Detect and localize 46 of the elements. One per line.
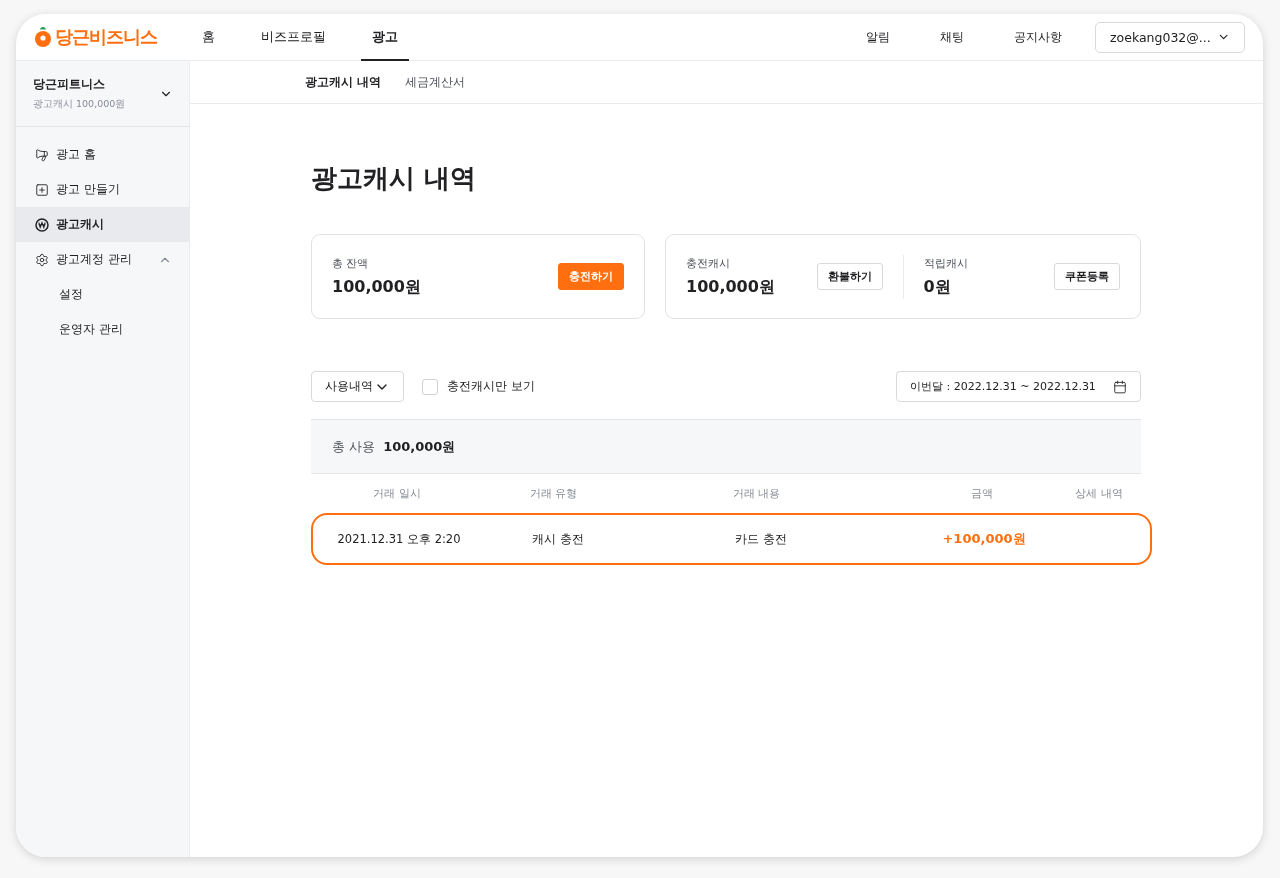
- sub-tab[interactable]: 광고캐시 내역: [305, 74, 381, 90]
- sidebar-item[interactable]: 광고 만들기: [16, 172, 189, 207]
- cash-amount: 0원: [923, 276, 952, 298]
- cash-label: 충전캐시: [686, 255, 731, 271]
- sidebar-item[interactable]: 광고캐시: [16, 207, 189, 242]
- cash-action-button[interactable]: 환불하기: [816, 263, 883, 290]
- nav-tab[interactable]: 광고: [361, 14, 409, 61]
- sidebar-subitem[interactable]: 설정: [16, 277, 189, 312]
- sidebar-item-label: 광고계정 관리: [56, 252, 133, 267]
- sub-tab[interactable]: 세금계산서: [405, 74, 465, 90]
- date-range-field[interactable]: 이번달 : 2022.12.31 ~ 2022.12.31: [896, 371, 1141, 402]
- history-type-dropdown[interactable]: 사용내역: [311, 371, 404, 402]
- sidebar-item-label: 광고캐시: [56, 217, 105, 232]
- summary-label: 총 사용: [332, 437, 376, 456]
- table-cell-text: 2021.12.31 오후 2:20: [336, 531, 462, 547]
- checkbox-label: 충전캐시만 보기: [447, 379, 535, 394]
- summary-amount: 100,000원: [383, 437, 456, 456]
- cash-label: 적립캐시: [923, 255, 968, 271]
- balance-amount: 100,000원: [332, 276, 421, 298]
- header-link[interactable]: 공지사항: [1014, 28, 1062, 46]
- header-link[interactable]: 알림: [866, 28, 890, 46]
- sidebar-subitem[interactable]: 운영자 관리: [16, 312, 189, 347]
- column-header: 거래 유형: [529, 485, 579, 501]
- table-cell-text: +100,000원: [941, 530, 1027, 548]
- sidebar-item-label: 광고 홈: [56, 147, 97, 162]
- nav-tab[interactable]: 홈: [191, 14, 226, 61]
- sidebar-item[interactable]: 광고계정 관리: [16, 242, 189, 277]
- column-header: 거래 일시: [372, 485, 422, 501]
- business-name: 당근피트니스: [33, 76, 106, 93]
- column-header: 거래 내용: [733, 485, 782, 501]
- header-link[interactable]: 채팅: [940, 28, 964, 46]
- sidebar-item[interactable]: 광고 홈: [16, 137, 189, 172]
- logo-text: 당근비즈니스: [55, 25, 157, 49]
- table-cell-text: 캐시 충전: [531, 531, 585, 547]
- nav-tab[interactable]: 비즈프로필: [250, 14, 337, 61]
- table-cell-text: 카드 충전: [735, 531, 788, 547]
- cash-action-button[interactable]: 쿠폰등록: [1054, 263, 1120, 290]
- column-header: 금액: [970, 485, 994, 501]
- balance-label: 총 잔액: [332, 255, 370, 271]
- column-header: 상세 내역: [1074, 485, 1124, 501]
- page-title: 광고캐시 내역: [311, 162, 478, 195]
- sidebar-item-label: 광고 만들기: [56, 182, 121, 197]
- account-dropdown[interactable]: zoekang032@...: [1095, 21, 1245, 53]
- business-selector[interactable]: 당근피트니스 광고캐시 100,000원: [16, 61, 189, 127]
- business-cash: 광고캐시 100,000원: [33, 98, 126, 111]
- cash-amount: 100,000원: [686, 276, 775, 298]
